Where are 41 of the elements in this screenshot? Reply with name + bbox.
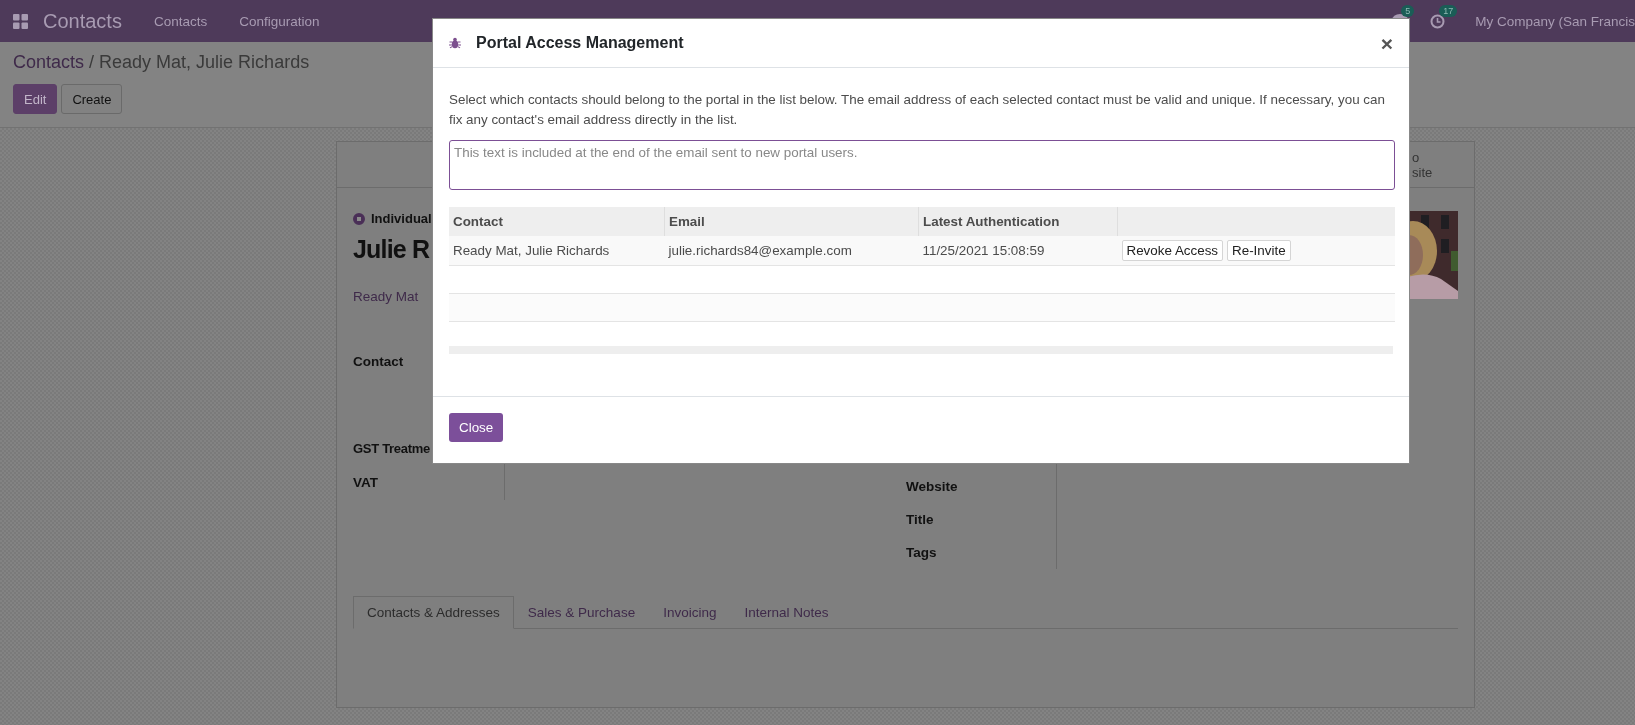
close-button[interactable]: × <box>1380 32 1393 54</box>
table-cell: Ready Mat, Julie Richards <box>449 236 665 266</box>
column-header: Latest Authentication <box>918 207 1118 236</box>
contact-name: Julie R <box>353 235 430 264</box>
column-header: Email <box>664 207 919 236</box>
form-tab[interactable]: Sales & Purchase <box>513 596 650 629</box>
field-label: Tags <box>906 545 937 561</box>
company-link[interactable]: Ready Mat <box>353 289 419 304</box>
menu-item[interactable]: Configuration <box>239 13 320 29</box>
apps-menu-icon[interactable] <box>13 13 28 29</box>
re-invite-button[interactable]: Re-Invite <box>1227 240 1291 261</box>
field-label: GST Treatme <box>353 441 430 456</box>
table-cell: 11/25/2021 15:08:59 <box>918 236 1118 266</box>
form-tab[interactable]: Invoicing <box>649 596 731 629</box>
menu-item[interactable]: Contacts <box>153 13 208 29</box>
breadcrumb-current: Ready Mat, Julie Richards <box>99 52 310 73</box>
field-label: Contact <box>353 354 405 369</box>
form-tab[interactable]: Internal Notes <box>730 596 843 629</box>
field-label: VAT <box>353 475 378 490</box>
column-header: Contact <box>449 207 665 236</box>
dialog-description: Select which contacts should belong to the portal in the list below. The email address of each selected contact must be valid and unique. If necessary, you can fix any contact's email address directly in the list. <box>449 91 1386 129</box>
field-label: Website <box>906 479 958 495</box>
notification-badge: 17 <box>1439 4 1458 17</box>
close-button[interactable]: Close <box>449 413 504 442</box>
company-switcher[interactable]: My Company (San Francis <box>1475 13 1635 29</box>
table-cell: julie.richards84@example.com <box>664 236 919 266</box>
notification-badge: 5 <box>1401 5 1415 17</box>
breadcrumb-separator: / <box>89 52 95 73</box>
create-button[interactable]: Create <box>61 84 123 114</box>
field-label: Title <box>906 512 934 528</box>
message-field[interactable]: This text is included at the end of the email sent to new portal users. <box>449 140 1395 190</box>
bug-icon <box>449 37 461 49</box>
edit-button[interactable]: Edit <box>13 84 58 114</box>
app-name[interactable]: Contacts <box>43 9 122 33</box>
clock-icon[interactable] <box>1430 13 1446 29</box>
revoke-access-button[interactable]: Revoke Access <box>1121 240 1224 261</box>
radio-label: Individual <box>371 211 432 226</box>
dialog-title: Portal Access Management <box>476 34 685 52</box>
form-tab[interactable]: Contacts & Addresses <box>353 596 514 629</box>
breadcrumb-link[interactable]: Contacts <box>13 52 85 73</box>
radio-button[interactable] <box>353 212 365 225</box>
